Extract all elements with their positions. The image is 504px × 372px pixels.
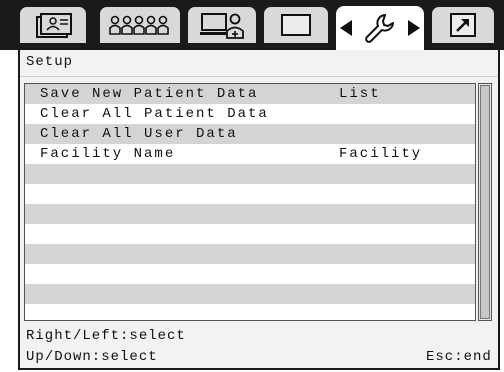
tab-patient[interactable] xyxy=(20,7,86,43)
menu-item-label: Clear All Patient Data xyxy=(40,106,269,122)
setup-list: Save New Patient Data List Clear All Pat… xyxy=(24,83,476,321)
menu-item-facility-name[interactable]: Facility Name Facility xyxy=(25,144,475,164)
tab-setup[interactable] xyxy=(336,6,424,50)
menu-item-label: Clear All User Data xyxy=(40,126,238,142)
menu-item-label: Facility Name xyxy=(40,146,176,162)
menu-item-save-new-patient-data[interactable]: Save New Patient Data List xyxy=(25,84,475,104)
patient-card-icon xyxy=(36,13,72,38)
computer-user-icon xyxy=(200,13,244,39)
blank-screen-icon xyxy=(281,14,311,36)
tab-bar xyxy=(0,0,504,50)
chevron-left-icon[interactable] xyxy=(340,20,352,36)
empty-row xyxy=(25,284,475,304)
chevron-right-icon[interactable] xyxy=(408,20,420,36)
tab-blank[interactable] xyxy=(264,7,328,43)
esc-end-hint: Esc:end xyxy=(426,349,492,365)
tab-export[interactable] xyxy=(432,7,494,43)
empty-row xyxy=(25,304,475,320)
page-title: Setup xyxy=(26,54,74,70)
hint-up-down: Up/Down:select xyxy=(26,349,158,365)
hint-right-left: Right/Left:select xyxy=(26,328,186,344)
scrollbar-thumb[interactable] xyxy=(480,85,490,319)
menu-item-clear-all-user-data[interactable]: Clear All User Data xyxy=(25,124,475,144)
setup-screen: Setup Save New Patient Data List Clear A… xyxy=(0,0,504,372)
menu-item-value: Facility xyxy=(339,146,423,162)
menu-item-clear-all-patient-data[interactable]: Clear All Patient Data xyxy=(25,104,475,124)
tab-computer-user[interactable] xyxy=(188,7,256,43)
menu-item-label: Save New Patient Data xyxy=(40,86,259,102)
title-divider xyxy=(20,76,498,77)
empty-row xyxy=(25,224,475,244)
empty-row xyxy=(25,204,475,224)
scrollbar[interactable] xyxy=(478,83,492,321)
empty-row xyxy=(25,184,475,204)
wrench-icon xyxy=(365,14,394,43)
empty-row xyxy=(25,244,475,264)
tab-users[interactable] xyxy=(100,7,180,43)
export-arrow-icon xyxy=(450,13,476,37)
group-users-icon xyxy=(109,15,169,35)
empty-row xyxy=(25,164,475,184)
empty-row xyxy=(25,264,475,284)
menu-item-value: List xyxy=(339,86,381,102)
